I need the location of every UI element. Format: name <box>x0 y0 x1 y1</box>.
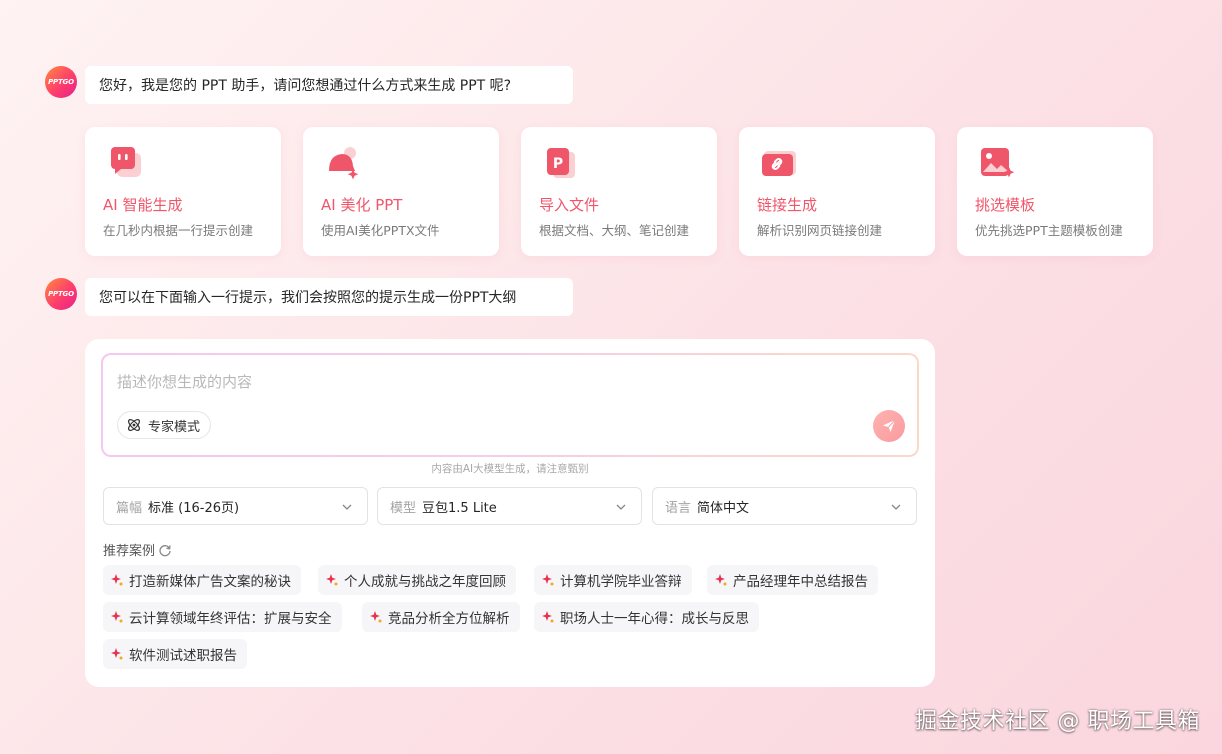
prompt-bubble: 您可以在下面输入一行提示，我们会按照您的提示生成一份PPT大纲 <box>85 278 573 316</box>
recommend-chip[interactable]: 职场人士一年心得：成长与反思 <box>534 602 759 632</box>
send-button[interactable] <box>873 410 905 442</box>
magic-bell-icon <box>329 147 359 180</box>
option-card-link-generate[interactable]: 链接生成 解析识别网页链接创建 <box>739 127 935 256</box>
avatar-logo-text: PPTGO <box>48 290 74 298</box>
recommend-title: 推荐案例 <box>103 544 156 559</box>
expert-mode-button[interactable]: 专家模式 <box>117 411 212 439</box>
language-select[interactable]: 语言 简体中文 <box>652 487 917 525</box>
watermark-text: 掘金技术社区 @ 职场工具箱 <box>915 709 1200 734</box>
option-title: 导入文件 <box>539 196 600 214</box>
sparkle-icon <box>542 611 554 623</box>
recommend-chip[interactable]: 软件测试述职报告 <box>103 639 247 669</box>
chip-label: 产品经理年中总结报告 <box>733 574 868 590</box>
recommend-chip[interactable]: 产品经理年中总结报告 <box>707 565 878 595</box>
select-value: 简体中文 <box>697 500 750 516</box>
option-card-ai-generate[interactable]: AI 智能生成 在几秒内根据一行提示创建 <box>85 127 281 256</box>
sparkle-icon <box>111 611 123 623</box>
sparkle-icon <box>370 611 382 623</box>
recommend-chip[interactable]: 云计算领域年终评估：扩展与安全 <box>103 602 342 632</box>
assistant-avatar: PPTGO <box>45 66 77 98</box>
chevron-down-icon <box>616 504 626 510</box>
select-value: 豆包1.5 Lite <box>422 500 497 516</box>
template-image-icon <box>981 148 1015 178</box>
model-select[interactable]: 模型 豆包1.5 Lite <box>377 487 642 525</box>
assistant-avatar: PPTGO <box>45 278 77 310</box>
recommend-header: 推荐案例 <box>103 540 172 559</box>
sparkle-icon <box>111 648 123 660</box>
prompt-input[interactable] <box>117 369 877 395</box>
ppt-file-icon: P <box>547 148 575 178</box>
composer-panel: 专家模式 内容由AI大模型生成，请注意甄别 篇幅 标准 (16-26页) 模型 … <box>85 339 935 687</box>
chip-label: 计算机学院毕业答辩 <box>560 574 682 590</box>
option-card-import-file[interactable]: P 导入文件 根据文档、大纲、笔记创建 <box>521 127 717 256</box>
option-title: 链接生成 <box>757 196 818 214</box>
option-title: 挑选模板 <box>975 196 1036 214</box>
option-card-ai-beautify[interactable]: AI 美化 PPT 使用AI美化PPTX文件 <box>303 127 499 256</box>
expert-mode-label: 专家模式 <box>148 419 201 435</box>
prompt-input-box: 专家模式 <box>101 353 919 457</box>
sparkle-icon <box>111 574 123 586</box>
length-select[interactable]: 篇幅 标准 (16-26页) <box>103 487 368 525</box>
chevron-down-icon <box>342 504 352 510</box>
refresh-icon[interactable] <box>158 543 172 557</box>
option-desc: 优先挑选PPT主题模板创建 <box>975 223 1123 238</box>
greeting-text: 您好，我是您的 PPT 助手，请问您想通过什么方式来生成 PPT 呢? <box>99 78 512 94</box>
chip-label: 打造新媒体广告文案的秘诀 <box>129 574 291 590</box>
option-desc: 在几秒内根据一行提示创建 <box>103 223 254 238</box>
select-label: 语言 <box>665 500 692 516</box>
option-desc: 使用AI美化PPTX文件 <box>321 223 440 238</box>
recommend-chip[interactable]: 竞品分析全方位解析 <box>362 602 520 632</box>
select-label: 篇幅 <box>116 500 143 516</box>
chip-label: 职场人士一年心得：成长与反思 <box>560 611 749 627</box>
prompt-text: 您可以在下面输入一行提示，我们会按照您的提示生成一份PPT大纲 <box>99 290 517 306</box>
avatar-logo-text: PPTGO <box>48 78 74 86</box>
recommend-chip[interactable]: 计算机学院毕业答辩 <box>534 565 692 595</box>
link-icon <box>762 151 796 176</box>
atom-icon <box>128 419 140 431</box>
chip-label: 软件测试述职报告 <box>129 648 237 664</box>
option-card-pick-template[interactable]: 挑选模板 优先挑选PPT主题模板创建 <box>957 127 1153 256</box>
chip-label: 个人成就与挑战之年度回顾 <box>344 574 506 590</box>
sparkle-icon <box>715 574 727 586</box>
select-value: 标准 (16-26页) <box>148 500 240 516</box>
ai-disclaimer: 内容由AI大模型生成，请注意甄别 <box>431 463 589 475</box>
sparkle-icon <box>326 574 338 586</box>
chat-bubble-icon <box>111 147 141 177</box>
option-title: AI 美化 PPT <box>321 196 403 214</box>
recommend-chip[interactable]: 打造新媒体广告文案的秘诀 <box>103 565 301 595</box>
chevron-down-icon <box>891 504 901 510</box>
send-arrow-icon <box>883 419 896 432</box>
chip-label: 竞品分析全方位解析 <box>388 611 510 627</box>
chip-label: 云计算领域年终评估：扩展与安全 <box>129 611 332 627</box>
sparkle-icon <box>542 574 554 586</box>
option-desc: 解析识别网页链接创建 <box>757 223 883 238</box>
option-title: AI 智能生成 <box>103 196 183 214</box>
recommend-chip[interactable]: 个人成就与挑战之年度回顾 <box>318 565 516 595</box>
option-desc: 根据文档、大纲、笔记创建 <box>539 223 690 238</box>
svg-text:P: P <box>553 156 563 172</box>
select-label: 模型 <box>390 500 417 516</box>
greeting-bubble: 您好，我是您的 PPT 助手，请问您想通过什么方式来生成 PPT 呢? <box>85 66 573 104</box>
